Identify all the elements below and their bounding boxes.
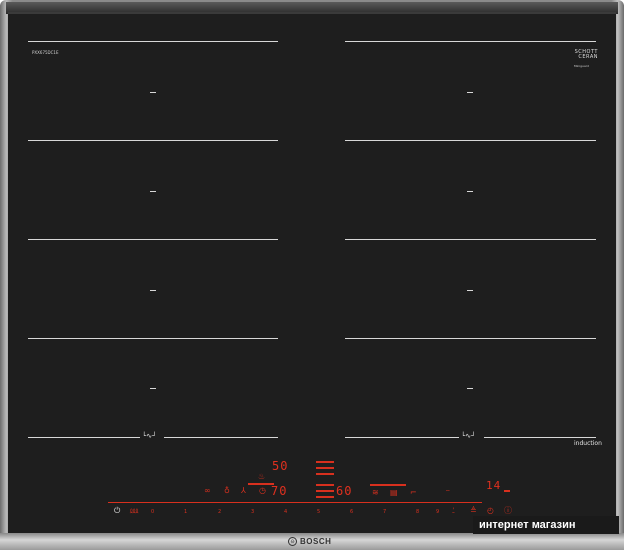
- left-zone-line-4: [28, 338, 278, 339]
- shop-watermark: интернет магазин: [473, 516, 619, 534]
- right-zone-line-2: [345, 140, 596, 141]
- glass-sub-label: Miniguard: [574, 64, 589, 68]
- left-zone-line-5b: [164, 437, 278, 438]
- right-zone-line-4: [345, 338, 596, 339]
- stopwatch-icon[interactable]: ◴: [487, 507, 494, 515]
- timer-display: 14: [486, 479, 502, 492]
- power-level-8[interactable]: 8: [416, 509, 419, 515]
- induction-label: induction: [574, 440, 602, 447]
- power-level-1[interactable]: 1: [184, 509, 187, 515]
- upper-display-bar-3: [316, 473, 334, 475]
- cooking-assist-icon[interactable]: ⅄: [241, 487, 246, 495]
- upper-power-display: 50: [272, 459, 289, 473]
- pan-icon[interactable]: ♁: [224, 487, 230, 495]
- move-mode-icon[interactable]: ≜: [470, 507, 477, 515]
- info-icon[interactable]: ⓘ: [504, 507, 512, 515]
- zone-marker-right-3: [467, 290, 473, 291]
- zone-marker-right-4: [467, 388, 473, 389]
- zone-marker-left-3: [150, 290, 156, 291]
- bosch-logo-icon: ⊖: [288, 537, 297, 546]
- upper-display-bar-1: [316, 461, 334, 463]
- upper-display-bar-2: [316, 467, 334, 469]
- bosch-brand: ⊖ BOSCH: [288, 535, 331, 548]
- power-level-5[interactable]: 5: [317, 509, 320, 515]
- left-flex-zone-symbol: └∿┘: [142, 432, 157, 440]
- main-power-display: 70: [271, 484, 288, 498]
- power-level-6[interactable]: 6: [350, 509, 353, 515]
- main-slider-bar[interactable]: [108, 502, 482, 503]
- power-level-0[interactable]: 0: [151, 509, 154, 515]
- heat-up-icon[interactable]: ≋: [372, 489, 379, 497]
- bosch-wordmark: BOSCH: [300, 537, 332, 546]
- right-zone-line-3: [345, 239, 596, 240]
- fry-sensor-icon[interactable]: ♨: [258, 473, 265, 481]
- left-zone-line-1: [28, 41, 278, 42]
- power-level-9[interactable]: 9: [436, 509, 439, 515]
- mid-display-bar-2: [316, 490, 334, 492]
- zone-marker-left-2: [150, 191, 156, 192]
- left-zone-line-5a: [28, 437, 140, 438]
- right-power-display: 60: [336, 484, 353, 498]
- zone-marker-right-2: [467, 191, 473, 192]
- wifi-icon[interactable]: ⌔: [445, 489, 451, 497]
- boost-icon[interactable]: ⍘: [451, 507, 456, 515]
- zone-marker-left-4: [150, 388, 156, 389]
- model-code: PXX675DC1E: [32, 50, 59, 55]
- glass-surface: PXX675DC1E SCHOTT CERAN Miniguard └∿┘ └∿…: [8, 12, 616, 539]
- left-zone-line-3: [28, 239, 278, 240]
- mid-display-bar-1: [316, 484, 334, 486]
- zone-marker-left-1: [150, 92, 156, 93]
- keep-warm-icon[interactable]: ▤: [390, 489, 398, 497]
- left-zone-line-2: [28, 140, 278, 141]
- right-display-bar-1: [370, 484, 406, 486]
- right-zone-line-1: [345, 41, 596, 42]
- power-button-icon[interactable]: ⏻: [114, 507, 120, 515]
- power-level-2[interactable]: 2: [218, 509, 221, 515]
- right-flex-zone-symbol: └∿┘: [461, 432, 476, 440]
- timer-bar: [504, 490, 510, 492]
- mid-display-bar-3: [316, 496, 334, 498]
- power-level-3[interactable]: 3: [251, 509, 254, 515]
- ventilation-icon[interactable]: ∞: [204, 487, 211, 495]
- pan-boost-icon[interactable]: ⌐: [410, 489, 417, 497]
- power-level-7[interactable]: 7: [383, 509, 386, 515]
- timer-icon[interactable]: ◷: [259, 487, 266, 495]
- zone-marker-right-1: [467, 92, 473, 93]
- right-zone-line-5a: [345, 437, 459, 438]
- child-lock-icon[interactable]: ⅏: [130, 507, 138, 515]
- power-level-4[interactable]: 4: [284, 509, 287, 515]
- right-zone-line-5b: [484, 437, 596, 438]
- schott-ceran-logo: SCHOTT CERAN: [574, 49, 598, 60]
